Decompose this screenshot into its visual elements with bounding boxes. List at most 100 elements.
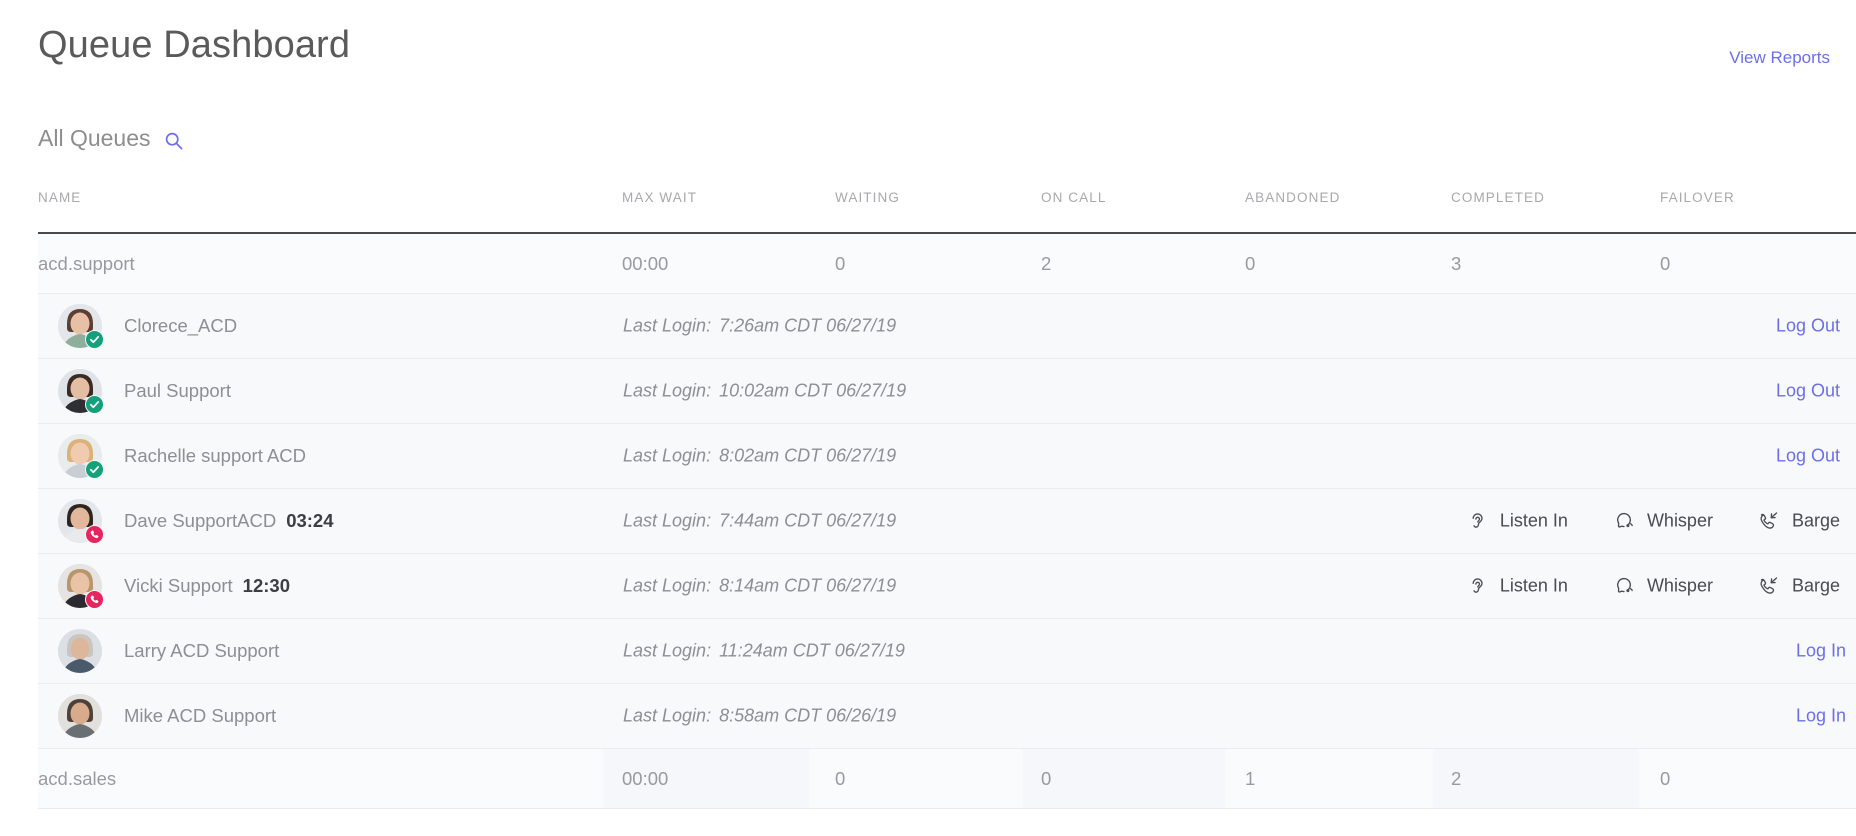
phone-barge-icon bbox=[1757, 511, 1780, 532]
queue-abandoned-value: 1 bbox=[1245, 768, 1255, 790]
log-out-link[interactable]: Log Out bbox=[1776, 381, 1840, 402]
avatar bbox=[58, 629, 102, 673]
agent-name-cell: Paul Support bbox=[124, 380, 231, 402]
queue-name: acd.sales bbox=[38, 768, 116, 790]
queue-filter-label: All Queues bbox=[38, 125, 151, 152]
last-login-value: 8:02am CDT 06/27/19 bbox=[719, 446, 896, 466]
agent-name-cell: Vicki Support 12:30 bbox=[124, 575, 290, 597]
column-tint bbox=[1023, 749, 1225, 808]
agent-row-actions: Log Out bbox=[1776, 446, 1856, 467]
agent-last-login: Last Login:7:26am CDT 06/27/19 bbox=[623, 316, 896, 337]
avatar-image bbox=[58, 629, 102, 673]
agent-name-cell: Clorece_ACD bbox=[124, 315, 237, 337]
status-badge-available bbox=[85, 395, 104, 414]
avatar-image bbox=[58, 694, 102, 738]
phone-barge-icon bbox=[1757, 576, 1780, 597]
last-login-label: Last Login: bbox=[623, 446, 711, 466]
table-header-row: NAME MAX WAIT WAITING ON CALL ABANDONED … bbox=[0, 190, 1856, 232]
agent-call-controls: Listen In Whisper Barge bbox=[1467, 511, 1856, 532]
agent-last-login: Last Login: 8:02am CDT 06/27/19 bbox=[623, 446, 896, 467]
whisper-button[interactable]: Whisper bbox=[1612, 576, 1713, 597]
ear-icon bbox=[1467, 511, 1488, 532]
agent-name-label: Vicki Support bbox=[124, 575, 233, 596]
status-badge-available bbox=[85, 460, 104, 479]
last-login-label: Last Login: bbox=[623, 576, 711, 596]
agent-row-actions: Log Out bbox=[1776, 381, 1856, 402]
status-badge-on-call bbox=[85, 525, 104, 544]
column-header-waiting: WAITING bbox=[835, 190, 900, 205]
agent-row[interactable]: Mike ACD Support Last Login: 8:58am CDT 0… bbox=[38, 684, 1856, 749]
queue-table: NAME MAX WAIT WAITING ON CALL ABANDONED … bbox=[0, 190, 1856, 809]
agent-row[interactable]: Rachelle support ACD Last Login:8:02am C… bbox=[38, 424, 1856, 489]
queue-completed-value: 3 bbox=[1451, 253, 1461, 275]
last-login-value: 8:14am CDT 06/27/19 bbox=[719, 576, 896, 596]
agent-row-actions: Log In bbox=[1796, 706, 1856, 727]
listen-in-label: Listen In bbox=[1500, 576, 1568, 597]
queue-summary-row[interactable]: acd.support 00:00 0 2 0 3 0 bbox=[38, 234, 1856, 294]
column-header-abandoned: ABANDONED bbox=[1245, 190, 1340, 205]
agent-row-actions: Log In bbox=[1796, 641, 1856, 662]
agent-row[interactable]: Dave SupportACD03:24 Last Login:7:44am C… bbox=[38, 489, 1856, 554]
listen-in-button[interactable]: Listen In bbox=[1467, 511, 1568, 532]
last-login-value: 11:24am CDT 06/27/19 bbox=[719, 641, 905, 661]
ear-icon bbox=[1467, 576, 1488, 597]
agent-list: Clorece_ACD Last Login:7:26am CDT 06/27/… bbox=[0, 294, 1856, 749]
agent-name-cell: Larry ACD Support bbox=[124, 640, 279, 662]
agent-row[interactable]: Paul Support Last Login:10:02am CDT 06/2… bbox=[38, 359, 1856, 424]
last-login-value: 7:26am CDT 06/27/19 bbox=[719, 316, 896, 336]
search-icon[interactable] bbox=[163, 130, 185, 152]
whisper-head-icon bbox=[1612, 576, 1635, 597]
last-login-label: Last Login: bbox=[623, 706, 711, 726]
column-header-failover: FAILOVER bbox=[1660, 190, 1735, 205]
listen-in-button[interactable]: Listen In bbox=[1467, 576, 1568, 597]
agent-name-label: Clorece_ACD bbox=[124, 315, 237, 336]
avatar bbox=[58, 434, 102, 478]
agent-name-label: Dave SupportACD bbox=[124, 510, 276, 531]
barge-label: Barge bbox=[1792, 576, 1840, 597]
agent-name-label: Mike ACD Support bbox=[124, 705, 276, 726]
view-reports-link[interactable]: View Reports bbox=[1729, 48, 1830, 68]
log-in-link[interactable]: Log In bbox=[1796, 641, 1846, 662]
queue-failover-value: 0 bbox=[1660, 768, 1670, 790]
listen-in-label: Listen In bbox=[1500, 511, 1568, 532]
last-login-label: Last Login: bbox=[623, 511, 711, 531]
queue-abandoned-value: 0 bbox=[1245, 253, 1255, 275]
log-out-link[interactable]: Log Out bbox=[1776, 316, 1840, 337]
last-login-label: Last Login: bbox=[623, 641, 711, 661]
agent-row[interactable]: Vicki Support 12:30 Last Login: 8:14am CDT… bbox=[38, 554, 1856, 619]
page-title: Queue Dashboard bbox=[38, 24, 350, 67]
log-in-link[interactable]: Log In bbox=[1796, 706, 1846, 727]
last-login-value: 8:58am CDT 06/26/19 bbox=[719, 706, 896, 726]
column-header-name: NAME bbox=[38, 190, 81, 205]
barge-button[interactable]: Barge bbox=[1757, 576, 1840, 597]
avatar bbox=[58, 694, 102, 738]
agent-last-login: Last Login: 11:24am CDT 06/27/19 bbox=[623, 641, 905, 662]
log-out-link[interactable]: Log Out bbox=[1776, 446, 1840, 467]
avatar bbox=[58, 304, 102, 348]
whisper-label: Whisper bbox=[1647, 511, 1713, 532]
agent-call-timer: 12:30 bbox=[243, 575, 290, 596]
avatar bbox=[58, 499, 102, 543]
queue-filter: All Queues bbox=[38, 125, 185, 152]
queue-waiting-value: 0 bbox=[835, 253, 845, 275]
agent-name-label: Larry ACD Support bbox=[124, 640, 279, 661]
status-badge-available bbox=[85, 330, 104, 349]
column-header-on-call: ON CALL bbox=[1041, 190, 1106, 205]
agent-row[interactable]: Clorece_ACD Last Login:7:26am CDT 06/27/… bbox=[38, 294, 1856, 359]
whisper-button[interactable]: Whisper bbox=[1612, 511, 1713, 532]
agent-row[interactable]: Larry ACD Support Last Login: 11:24am CDT… bbox=[38, 619, 1856, 684]
last-login-value: 10:02am CDT 06/27/19 bbox=[719, 381, 906, 401]
queue-max-wait-value: 00:00 bbox=[622, 768, 668, 790]
avatar bbox=[58, 564, 102, 608]
agent-row-actions: Log Out bbox=[1776, 316, 1856, 337]
queue-name: acd.support bbox=[38, 253, 135, 275]
last-login-value: 7:44am CDT 06/27/19 bbox=[719, 511, 896, 531]
agent-last-login: Last Login: 8:14am CDT 06/27/19 bbox=[623, 576, 896, 597]
avatar bbox=[58, 369, 102, 413]
barge-button[interactable]: Barge bbox=[1757, 511, 1840, 532]
page-header: Queue Dashboard View Reports bbox=[0, 0, 1856, 96]
status-badge-on-call bbox=[85, 590, 104, 609]
queue-summary-row[interactable]: acd.sales 00:00 0 0 1 2 0 bbox=[38, 749, 1856, 809]
queue-waiting-value: 0 bbox=[835, 768, 845, 790]
whisper-label: Whisper bbox=[1647, 576, 1713, 597]
